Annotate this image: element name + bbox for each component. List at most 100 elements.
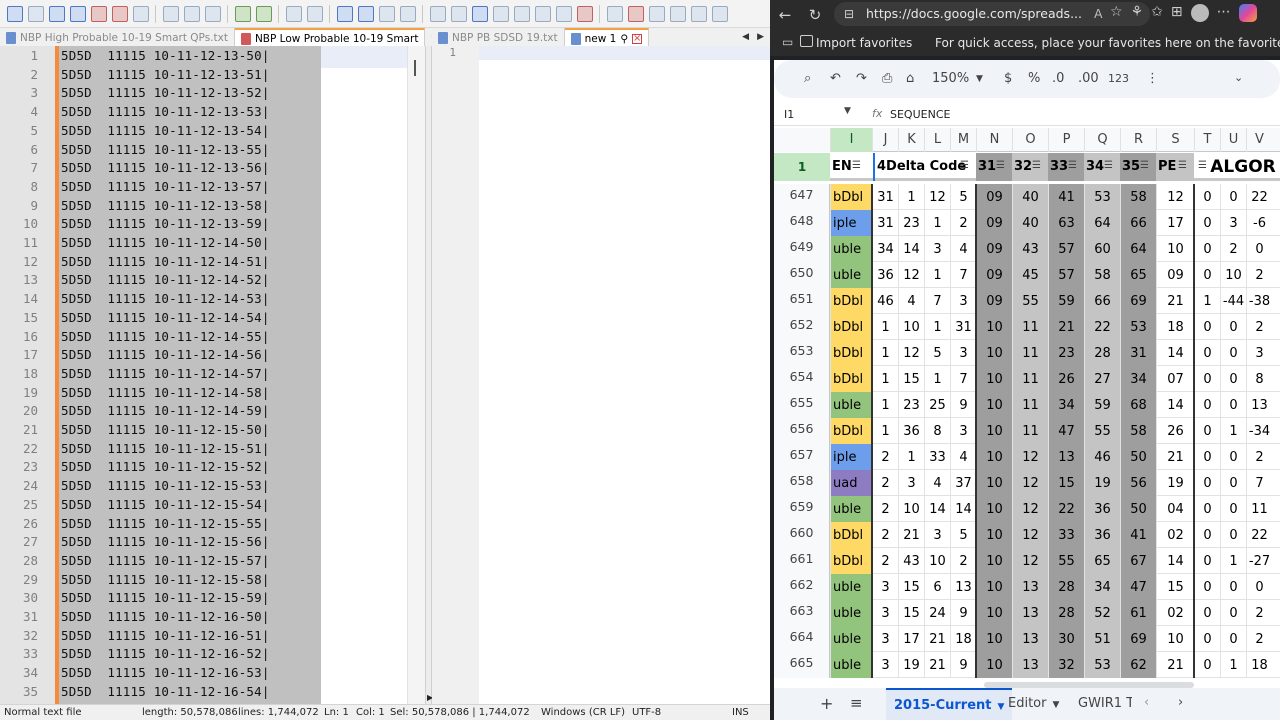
cell-v[interactable]: -27 [1246,548,1272,574]
cell-p[interactable]: 26 [1048,366,1084,392]
cell-r[interactable]: 34 [1120,366,1156,392]
code-line[interactable]: 5D5D 11115 10-11-12-15-50| [61,422,270,437]
cell-p[interactable]: 59 [1048,288,1084,314]
header-cell-p[interactable]: 33 [1048,153,1084,181]
cell-nn[interactable]: 10 [976,496,1012,522]
refresh-icon[interactable]: ↻ [800,6,830,24]
cell-p[interactable]: 32 [1048,652,1084,678]
code-line[interactable]: 5D5D 11115 10-11-12-13-53| [61,104,270,119]
close-tab-icon[interactable]: × [632,34,643,44]
cell-s[interactable]: 10 [1156,626,1194,652]
close-all-icon[interactable] [111,5,128,22]
cell-j[interactable]: 46 [872,288,898,314]
cell-u[interactable]: 1 [1220,652,1246,678]
cell-j[interactable]: 1 [872,392,898,418]
cell-k[interactable]: 23 [898,392,924,418]
code-line[interactable]: 5D5D 11115 10-11-12-15-52| [61,459,270,474]
chevron-down-icon[interactable]: ▼ [976,74,983,84]
search-menus-icon[interactable]: ⌕ [804,71,811,86]
cell-p[interactable]: 47 [1048,418,1084,444]
cell-k[interactable]: 15 [898,574,924,600]
find-icon[interactable] [285,5,302,22]
cell-j[interactable]: 31 [872,184,898,210]
pin-icon[interactable]: ⚲ [620,33,628,45]
code-line[interactable]: 5D5D 11115 10-11-12-13-50| [61,48,270,63]
tab-pb-sdsd[interactable]: NBP PB SDSD 19.txt [432,28,565,46]
cell-s[interactable]: 21 [1156,652,1194,678]
code-line[interactable]: 5D5D 11115 10-11-12-13-56| [61,160,270,175]
header-cell-i[interactable]: EN [830,153,872,181]
cell-j[interactable]: 3 [872,626,898,652]
copy-icon[interactable] [183,5,200,22]
cell-j[interactable]: 2 [872,548,898,574]
code-line[interactable]: 5D5D 11115 10-11-12-15-58| [61,572,270,587]
cell-type[interactable]: bDbl [830,314,872,340]
col-header-q[interactable]: Q [1084,128,1120,152]
cell-o[interactable]: 45 [1012,262,1048,288]
cell-o[interactable]: 12 [1012,444,1048,470]
code-line[interactable]: 5D5D 11115 10-11-12-14-56| [61,347,270,362]
row-header[interactable]: 647 [774,184,830,210]
cell-nn[interactable]: 10 [976,626,1012,652]
cell-v[interactable]: 0 [1246,236,1272,262]
cell-s[interactable]: 02 [1156,600,1194,626]
code-line[interactable]: 5D5D 11115 10-11-12-16-52| [61,646,270,661]
code-line[interactable]: 5D5D 11115 10-11-12-13-52| [61,85,270,100]
cell-t[interactable]: 0 [1194,184,1220,210]
cell-v[interactable]: 18 [1246,652,1272,678]
redo-icon[interactable] [255,5,272,22]
cell-m[interactable]: 3 [950,288,976,314]
scroll-tabs-left-icon[interactable]: ‹ [1144,695,1149,710]
cell-t[interactable]: 0 [1194,652,1220,678]
cell-r[interactable]: 47 [1120,574,1156,600]
code-line[interactable]: 5D5D 11115 10-11-12-16-53| [61,665,270,680]
cell-l[interactable]: 10 [924,548,950,574]
code-line[interactable]: 5D5D 11115 10-11-12-13-51| [61,67,270,82]
more-icon[interactable]: ⋯ [1217,4,1231,22]
save-icon[interactable] [48,5,65,22]
cell-nn[interactable]: 10 [976,392,1012,418]
code-line[interactable]: 5D5D 11115 10-11-12-13-55| [61,142,270,157]
code-line[interactable]: 5D5D 11115 10-11-12-14-59| [61,403,270,418]
cell-t[interactable]: 0 [1194,262,1220,288]
cell-o[interactable]: 11 [1012,418,1048,444]
cell-nn[interactable]: 10 [976,340,1012,366]
row-header[interactable]: 661 [774,548,830,574]
cell-u[interactable]: 1 [1220,548,1246,574]
cell-q[interactable]: 53 [1084,652,1120,678]
code-line[interactable]: 5D5D 11115 10-11-12-15-54| [61,497,270,512]
vertical-scrollbar[interactable] [407,46,425,704]
cell-nn[interactable]: 10 [976,548,1012,574]
code-line[interactable]: 5D5D 11115 10-11-12-15-51| [61,441,270,456]
cell-m[interactable]: 2 [950,210,976,236]
cell-v[interactable]: 22 [1246,184,1272,210]
cell-u[interactable]: 0 [1220,522,1246,548]
cell-j[interactable]: 1 [872,314,898,340]
cell-l[interactable]: 7 [924,288,950,314]
cell-s[interactable]: 18 [1156,314,1194,340]
cell-p[interactable]: 41 [1048,184,1084,210]
cell-o[interactable]: 40 [1012,210,1048,236]
status-insert-mode[interactable]: INS [732,707,749,718]
cell-nn[interactable]: 09 [976,288,1012,314]
cell-k[interactable]: 19 [898,652,924,678]
cell-m[interactable]: 31 [950,314,976,340]
sync-scroll-v-icon[interactable] [378,5,395,22]
cell-u[interactable]: 3 [1220,210,1246,236]
cell-j[interactable]: 3 [872,574,898,600]
zoom-select[interactable]: 150% [932,71,969,86]
cell-r[interactable]: 53 [1120,314,1156,340]
cell-l[interactable]: 33 [924,444,950,470]
cell-p[interactable]: 34 [1048,392,1084,418]
tab-scroll-left-icon[interactable]: ◀ [742,32,749,42]
cell-q[interactable]: 55 [1084,418,1120,444]
cell-u[interactable]: 0 [1220,574,1246,600]
url-input[interactable]: ⊟ https://docs.google.com/spreads... A [834,2,1150,26]
cell-q[interactable]: 34 [1084,574,1120,600]
col-header-s[interactable]: S [1156,128,1194,152]
number-format[interactable]: 123 [1108,72,1129,85]
cell-k[interactable]: 43 [898,548,924,574]
cell-v[interactable]: 2 [1246,314,1272,340]
cell-s[interactable]: 09 [1156,262,1194,288]
tab-actions-icon[interactable]: ▭ [782,35,793,49]
